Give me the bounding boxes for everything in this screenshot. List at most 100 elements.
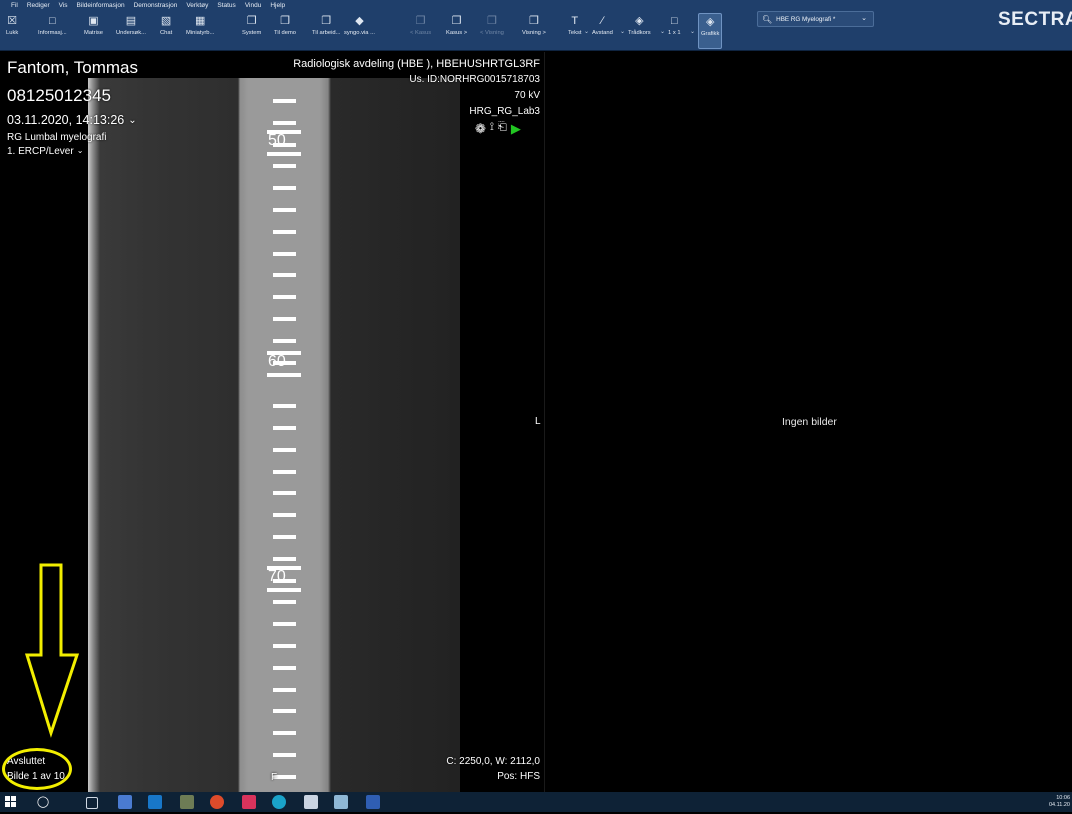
- app-icon-security[interactable]: [118, 795, 132, 809]
- matrix-icon: ▣: [88, 15, 99, 27]
- toolbar-button-next-case[interactable]: ❐ Kasus >: [446, 13, 467, 47]
- ruler-tick: [273, 709, 296, 713]
- toolbar-button-syngo[interactable]: ◆ syngo.via ...: [344, 13, 375, 47]
- brand-logo: SECTRA: [998, 9, 1072, 30]
- menu-item-vindu[interactable]: Vindu: [245, 2, 262, 9]
- ruler-major-line: [267, 373, 301, 377]
- next-case-icon: ❐: [451, 15, 462, 27]
- app-icon-network[interactable]: [334, 795, 348, 809]
- prev-view-icon: ❐: [487, 15, 497, 27]
- toolbar-button-graphics[interactable]: ◈ Grafikk: [698, 13, 723, 49]
- ruler-tick: [273, 600, 296, 604]
- outlook-icon[interactable]: [148, 795, 162, 809]
- text-tool-icon: T: [571, 15, 579, 27]
- toolbar: ☒ Lukk □ Informasj... ▣ Matrise ▤ Undersøk... ▧ C…: [0, 11, 1072, 51]
- word-icon[interactable]: [366, 795, 380, 809]
- menu-item-vis[interactable]: Vis: [59, 2, 68, 9]
- menu-item-hjelp[interactable]: Hjelp: [270, 2, 285, 9]
- chevron-down-icon[interactable]: ⌄: [660, 28, 665, 35]
- ruler-label: 70: [268, 568, 286, 585]
- study-datetime: 03.11.2020, 14:13:26: [7, 113, 125, 127]
- menu-item-verktøy[interactable]: Verktøy: [186, 2, 208, 9]
- ruler-tick: [273, 688, 296, 692]
- app-icon-viewer[interactable]: [242, 795, 256, 809]
- chat-icon: ▧: [160, 15, 172, 27]
- windows-start-icon[interactable]: [4, 795, 18, 809]
- toolbar-button-info[interactable]: □ Informasj...: [38, 13, 67, 47]
- radiographic-ruler: 50 60 70: [240, 78, 328, 792]
- series-selector[interactable]: 1. ERCP/Lever ⌄: [7, 146, 83, 157]
- kv-value: 70 kV: [514, 90, 540, 101]
- edge-icon[interactable]: [272, 795, 286, 809]
- ruler-tick: [273, 404, 296, 408]
- ruler-tick: [273, 731, 296, 735]
- ruler-tick: [273, 644, 296, 648]
- ruler-major-line: [267, 588, 301, 592]
- chrome-icon[interactable]: [210, 795, 224, 809]
- app-icon-tool[interactable]: [180, 795, 194, 809]
- aperture-icon[interactable]: ❁: [475, 121, 486, 137]
- thumbnail-icon: ▦: [194, 15, 206, 27]
- person-icon[interactable]: ⟟: [490, 121, 494, 137]
- toolbar-button-thumbnail[interactable]: ▦ Miniatyrb...: [186, 13, 214, 47]
- toolbar-button-crosshair[interactable]: ◈ Trådkors: [628, 13, 651, 47]
- syngo-icon: ◆: [355, 15, 364, 27]
- toolbar-button-next-view[interactable]: ❐ Visning >: [522, 13, 546, 47]
- menu-item-bildeinformasjon[interactable]: Bildeinformasjon: [77, 2, 125, 9]
- ruler-tick: [273, 186, 296, 190]
- layout-dropdown-value: HBE RG Myelografi *: [776, 15, 836, 23]
- ruler-tick: [273, 426, 296, 430]
- toolbar-button-prev-view[interactable]: ❐ < Visning: [480, 13, 504, 47]
- search-icon[interactable]: ◯: [36, 795, 50, 809]
- toolbar-button-label: Lukk: [6, 30, 19, 36]
- toolbar-button-label: Miniatyrb...: [186, 30, 215, 36]
- toolbar-button-label: syngo.via ...: [344, 30, 375, 36]
- file-explorer-icon[interactable]: [304, 795, 318, 809]
- viewport-divider[interactable]: [544, 52, 545, 792]
- chevron-down-icon: ⌄: [128, 114, 137, 126]
- toolbar-button-system[interactable]: ❐ System: [242, 13, 261, 47]
- study-datetime-selector[interactable]: 03.11.2020, 14:13:26 ⌄: [7, 113, 137, 127]
- chevron-down-icon[interactable]: ⌄: [690, 28, 695, 35]
- toolbar-button-label: Kasus >: [446, 30, 468, 36]
- image-viewport-left[interactable]: 50 60 70 Fantom, Tommas 08125012345 03.11.…: [0, 52, 545, 792]
- menu-item-demonstrasjon[interactable]: Demonstrasjon: [134, 2, 178, 9]
- ruler-tick: [273, 99, 296, 103]
- toolbar-button-demo[interactable]: ❐ Til demo: [274, 13, 296, 47]
- close-icon: ☒: [7, 15, 18, 27]
- toolbar-button-distance-tool[interactable]: ∕ Avstand: [592, 13, 613, 47]
- toolbar-button-close[interactable]: ☒ Lukk: [6, 13, 18, 47]
- toolbar-button-examination[interactable]: ▤ Undersøk...: [116, 13, 146, 47]
- crosshair-icon: ◈: [635, 15, 644, 27]
- chevron-down-icon[interactable]: ⌄: [620, 28, 625, 35]
- ruler-tick: [273, 273, 296, 277]
- toolbar-button-chat[interactable]: ▧ Chat: [160, 13, 172, 47]
- ruler-tick: [273, 339, 296, 343]
- system-clock[interactable]: 10:06 04.11.20: [1049, 795, 1070, 809]
- play-icon[interactable]: ▶: [511, 121, 521, 137]
- image-viewport-right[interactable]: Ingen bilder: [546, 52, 1072, 792]
- menu-item-fil[interactable]: Fil: [11, 2, 18, 9]
- ruler-tick: [273, 317, 296, 321]
- layout-1x1-icon: □: [670, 15, 678, 27]
- toolbar-button-prev-case[interactable]: ❐ < Kasus: [410, 13, 431, 47]
- ruler-tick: [273, 295, 296, 299]
- toolbar-button-work[interactable]: ❐ Til arbeid...: [312, 13, 340, 47]
- toolbar-button-label: Til arbeid...: [312, 30, 341, 36]
- ruler-tick: [273, 164, 296, 168]
- chevron-down-icon[interactable]: ⌄: [584, 28, 589, 35]
- chevron-down-icon: ⌄: [76, 146, 84, 155]
- menu-item-status[interactable]: Status: [217, 2, 235, 9]
- toolbar-button-label: 1 x 1: [668, 30, 681, 36]
- copy-icon[interactable]: ⎗: [498, 121, 507, 137]
- graphics-icon: ◈: [705, 16, 715, 28]
- toolbar-button-matrix[interactable]: ▣ Matrise: [84, 13, 103, 47]
- layout-dropdown[interactable]: 🔍︎ HBE RG Myelografi * ⌄: [757, 11, 874, 27]
- info-icon: □: [49, 15, 56, 27]
- menu-item-rediger[interactable]: Rediger: [27, 2, 50, 9]
- ruler-tick: [273, 535, 296, 539]
- empty-viewport-message: Ingen bilder: [782, 416, 837, 428]
- toolbar-button-layout-1x1[interactable]: □ 1 x 1: [668, 13, 681, 47]
- task-view-icon[interactable]: [86, 797, 98, 809]
- toolbar-button-text-tool[interactable]: T Tekst: [568, 13, 582, 47]
